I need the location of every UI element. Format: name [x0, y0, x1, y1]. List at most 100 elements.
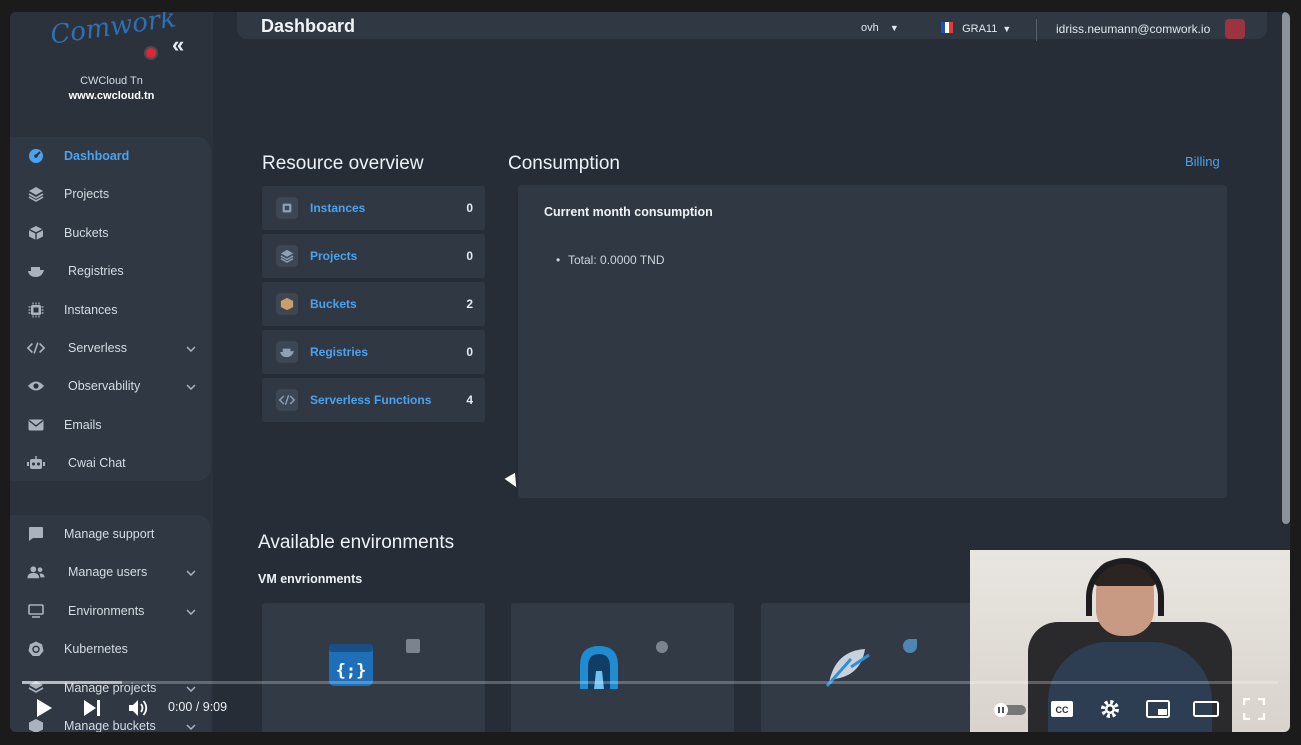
code-icon: [276, 389, 298, 411]
dashboard-icon: [27, 147, 45, 165]
headphones: [1086, 558, 1164, 616]
sidebar-item-label: Dashboard: [64, 149, 130, 163]
chevron-down-icon: [186, 381, 196, 391]
play-icon[interactable]: [35, 698, 53, 723]
sidebar-item-label: Serverless: [68, 341, 128, 355]
sidebar-item-label: Emails: [64, 418, 102, 432]
resource-count: 0: [466, 345, 473, 359]
resource-label: Instances: [310, 201, 366, 215]
resource-count: 0: [466, 201, 473, 215]
topbar: Dashboard ovh ▼ GRA11 ▼ idriss.neumann@c…: [237, 12, 1267, 41]
sidebar-item-label: Manage users: [68, 565, 148, 579]
sidebar-item-kubernetes[interactable]: Kubernetes: [10, 630, 210, 668]
environment-card[interactable]: [511, 603, 734, 732]
resource-count: 0: [466, 249, 473, 263]
mail-icon: [27, 416, 45, 434]
resource-row-registries[interactable]: Registries 0: [262, 330, 485, 374]
resource-label: Registries: [310, 345, 369, 359]
region-select[interactable]: GRA11 ▼: [941, 22, 1011, 35]
sidebar-item-observability[interactable]: Observability: [10, 367, 210, 405]
vm-environments-subtitle: VM envrionments: [258, 572, 363, 586]
video-progress-bar[interactable]: [22, 681, 1278, 684]
environments-title: Available environments: [258, 532, 455, 553]
provider-select[interactable]: ovh ▼: [861, 22, 899, 34]
sidebar-item-label: Cwai Chat: [68, 456, 126, 470]
sidebar-item-label: Projects: [64, 187, 110, 201]
comwork-logo[interactable]: Comwork: [49, 12, 178, 64]
chevron-down-icon: [186, 343, 196, 353]
settings-icon[interactable]: [1099, 698, 1121, 725]
feather-icon: [825, 645, 871, 692]
autoplay-toggle-icon[interactable]: [993, 701, 1027, 722]
sidebar-item-label: Registries: [68, 264, 124, 278]
docker-icon: [27, 262, 45, 280]
theater-icon[interactable]: [1193, 701, 1219, 722]
resource-label: Serverless Functions: [310, 393, 432, 407]
volume-icon[interactable]: [128, 698, 150, 723]
code-brackets-icon: {;}: [328, 643, 374, 692]
collapse-sidebar-button[interactable]: «: [172, 32, 184, 58]
sidebar-item-label: Instances: [64, 303, 118, 317]
captions-icon[interactable]: CC: [1050, 700, 1074, 723]
sidebar-item-label: Environments: [68, 604, 145, 618]
france-flag-icon: [941, 22, 953, 33]
sidebar-item-registries[interactable]: Registries: [10, 252, 210, 290]
provider-value: ovh: [861, 22, 879, 34]
layers-icon: [27, 185, 45, 203]
video-time: 0:00 / 9:09: [168, 700, 228, 714]
sidebar-item-cwai-chat[interactable]: Cwai Chat: [10, 444, 210, 482]
sidebar-item-manage-support[interactable]: Manage support: [10, 515, 210, 553]
code-icon: [27, 339, 45, 357]
app-frame: Comwork « CWCloud Tn www.cwcloud.tn Dash…: [10, 12, 1290, 732]
docker-icon: [276, 341, 298, 363]
page-title: Dashboard: [261, 16, 356, 36]
cpu-icon: [27, 301, 45, 319]
users-icon: [27, 563, 45, 581]
consumption-card-title: Current month consumption: [544, 205, 713, 219]
resource-row-projects[interactable]: Projects 0: [262, 234, 485, 278]
miniplayer-icon[interactable]: [1146, 700, 1170, 723]
caret-down-icon: ▼: [1002, 24, 1012, 34]
main-menu: Dashboard Projects Buckets Registries In…: [10, 137, 211, 481]
sidebar: Comwork « CWCloud Tn www.cwcloud.tn Dash…: [10, 12, 213, 732]
consumption-total: Total: 0.0000 TND: [556, 253, 664, 267]
resource-row-serverless-functions[interactable]: Serverless Functions 4: [262, 378, 485, 422]
environment-card[interactable]: {;}: [262, 603, 485, 732]
layers-icon: [276, 245, 298, 267]
chevron-down-icon: [186, 606, 196, 616]
user-email[interactable]: idriss.neumann@comwork.io: [1056, 22, 1210, 36]
fullscreen-icon[interactable]: [1242, 697, 1266, 725]
avatar[interactable]: [1225, 19, 1245, 39]
sidebar-item-dashboard[interactable]: Dashboard: [10, 137, 210, 175]
sidebar-item-environments[interactable]: Environments: [10, 592, 210, 630]
resource-row-buckets[interactable]: Buckets 2: [262, 282, 485, 326]
monitor-icon: [27, 602, 45, 620]
chat-icon: [27, 525, 45, 543]
small-badge-icon: [903, 639, 917, 653]
sidebar-item-manage-users[interactable]: Manage users: [10, 553, 210, 591]
robot-icon: [27, 454, 45, 472]
billing-link[interactable]: Billing: [1185, 154, 1220, 169]
eye-icon: [27, 377, 45, 395]
sidebar-item-emails[interactable]: Emails: [10, 406, 210, 444]
sidebar-item-label: Buckets: [64, 226, 109, 240]
environment-card[interactable]: [761, 603, 984, 732]
kubernetes-icon: [27, 640, 45, 658]
svg-text:{;}: {;}: [336, 661, 367, 681]
sidebar-item-serverless[interactable]: Serverless: [10, 329, 210, 367]
topbar-divider: [1036, 19, 1037, 41]
next-icon[interactable]: [82, 699, 102, 722]
sidebar-item-instances[interactable]: Instances: [10, 291, 210, 329]
sidebar-item-buckets[interactable]: Buckets: [10, 214, 210, 252]
resource-count: 2: [466, 297, 473, 311]
resource-overview-title: Resource overview: [262, 153, 424, 174]
brand-url[interactable]: www.cwcloud.tn: [10, 90, 213, 102]
page-scrollbar[interactable]: [1282, 12, 1290, 524]
resource-row-instances[interactable]: Instances 0: [262, 186, 485, 230]
region-value: GRA11: [962, 23, 998, 35]
chevron-down-icon: [186, 567, 196, 577]
chevron-down-icon: [186, 683, 196, 693]
sidebar-item-projects[interactable]: Projects: [10, 175, 210, 213]
box-icon: [276, 293, 298, 315]
logo-flag-dot: [146, 48, 156, 58]
